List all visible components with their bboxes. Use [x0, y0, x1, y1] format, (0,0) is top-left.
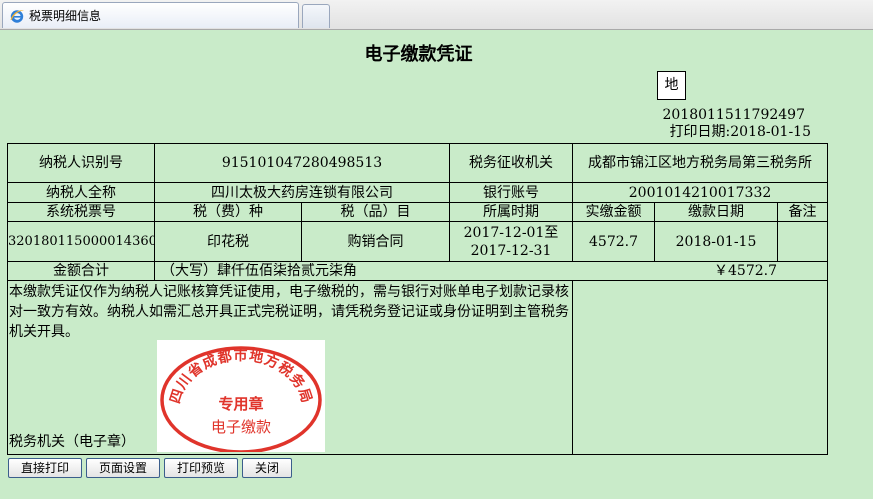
period-start: 2017-12-01至 — [463, 224, 559, 241]
notice-blank-cell — [571, 280, 829, 455]
header-period: 所属时期 — [449, 202, 573, 222]
notice-cell: 本缴款凭证仅作为纳税人记账核算凭证使用，电子缴税的，需与银行对账单电子划款记录核… — [7, 280, 573, 455]
ie-icon — [10, 10, 24, 23]
authority-value: 成都市锦江区地方税务局第三税务所 — [571, 143, 829, 183]
header-tax-item: 税（品）目 — [301, 202, 450, 222]
cell-tax-item: 购销合同 — [301, 221, 450, 262]
cell-ticket-no: 320180115000014360 — [7, 221, 155, 262]
total-upper: （大写）肆仟伍佰柒拾贰元柒角 — [161, 263, 357, 279]
region-box: 地 — [657, 71, 686, 100]
taxpayer-name-value: 四川太极大药房连锁有限公司 — [154, 182, 450, 203]
new-tab-button[interactable] — [302, 4, 330, 28]
header-pay-date: 缴款日期 — [654, 202, 778, 222]
close-button[interactable]: 关闭 — [242, 458, 292, 478]
seal-bottom-text: 电子缴款 — [211, 418, 271, 436]
tab-title: 税票明细信息 — [29, 9, 102, 23]
header-ticket-no: 系统税票号 — [7, 202, 155, 222]
signer-label: 税务机关（电子章） — [9, 434, 135, 450]
page-setup-button[interactable]: 页面设置 — [86, 458, 160, 478]
cell-period: 2017-12-01至 2017-12-31 — [449, 221, 573, 262]
header-remark: 备注 — [776, 202, 829, 222]
bank-account-value: 2001014210017332 — [571, 182, 829, 203]
print-preview-button[interactable]: 打印预览 — [164, 458, 238, 478]
header-tax-type: 税（费）种 — [154, 202, 302, 222]
print-button[interactable]: 直接打印 — [8, 458, 82, 478]
voucher-table: 纳税人识别号 915101047280498513 税务征收机关 成都市锦江区地… — [7, 143, 829, 455]
voucher-number: 2018011511792497 — [662, 107, 805, 123]
authority-label: 税务征收机关 — [449, 143, 573, 183]
total-cell: （大写）肆仟伍佰柒拾贰元柒角 ￥4572.7 — [153, 261, 829, 281]
period-end: 2017-12-31 — [470, 242, 552, 259]
tab-bar: 税票明细信息 — [0, 0, 873, 30]
taxpayer-name-label: 纳税人全称 — [7, 182, 155, 203]
electronic-seal: 四川省成都市地方税务局 专用章 电子缴款 — [157, 340, 325, 454]
total-amount: ￥4572.7 — [714, 263, 778, 279]
header-amount: 实缴金额 — [572, 202, 655, 222]
total-label: 金额合计 — [7, 261, 155, 281]
cell-remark — [776, 221, 829, 262]
document-title: 电子缴款凭证 — [364, 44, 473, 65]
bank-account-label: 银行账号 — [449, 182, 573, 203]
cell-amount: 4572.7 — [572, 221, 655, 262]
tab-tax-detail[interactable]: 税票明细信息 — [2, 2, 299, 28]
seal-center-text: 专用章 — [218, 395, 263, 413]
cell-pay-date: 2018-01-15 — [654, 221, 778, 262]
taxpayer-id-value: 915101047280498513 — [154, 143, 450, 183]
notice-text: 本缴款凭证仅作为纳税人记账核算凭证使用，电子缴税的，需与银行对账单电子划款记录核… — [9, 284, 569, 340]
taxpayer-id-label: 纳税人识别号 — [7, 143, 155, 183]
cell-tax-type: 印花税 — [154, 221, 302, 262]
print-date: 打印日期:2018-01-15 — [669, 124, 811, 140]
